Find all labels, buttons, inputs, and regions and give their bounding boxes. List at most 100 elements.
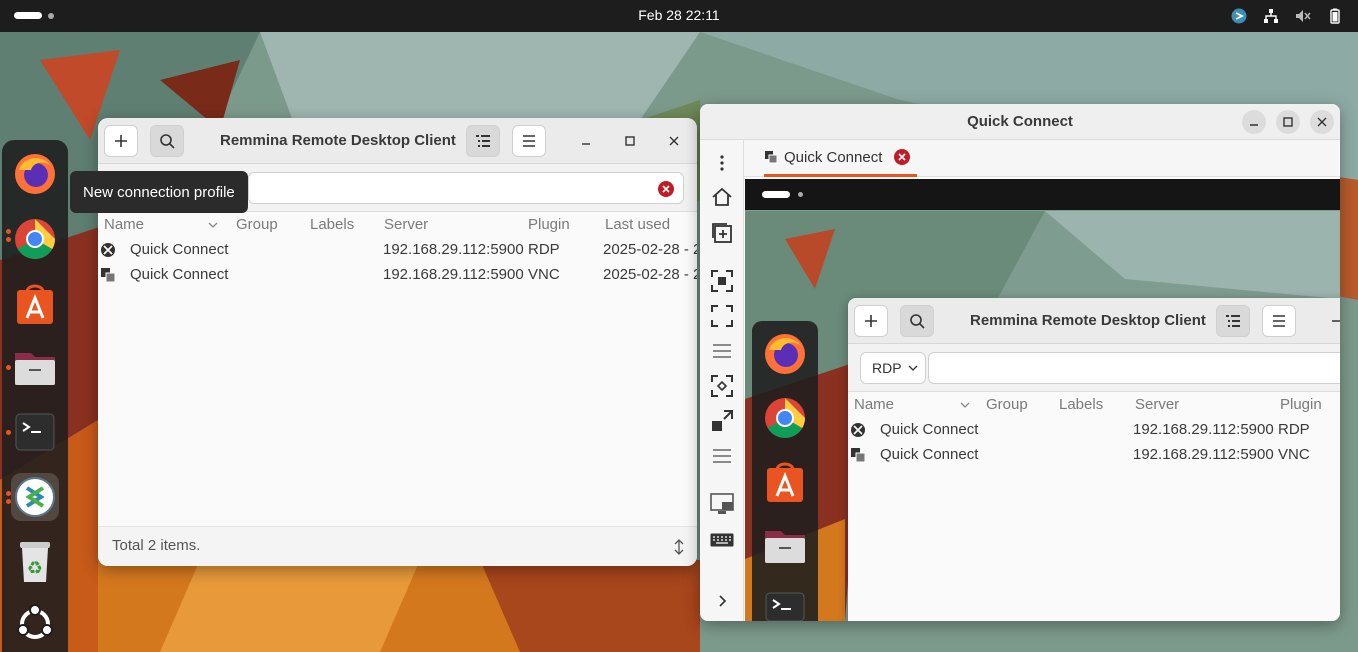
duplicate-connection-icon[interactable] xyxy=(708,219,736,247)
remote-new-connection-button[interactable] xyxy=(854,305,888,337)
column-server[interactable]: Server xyxy=(1135,396,1179,413)
row-name: Quick Connect xyxy=(130,266,229,283)
title-bar: Quick Connect xyxy=(700,104,1340,140)
search-toggle-button[interactable] xyxy=(150,125,184,157)
remote-dock xyxy=(752,321,818,621)
dock: ♻ xyxy=(2,140,68,652)
new-connection-button[interactable] xyxy=(104,125,138,157)
top-bar: Feb 28 22:11 xyxy=(0,0,1358,32)
maximize-button[interactable] xyxy=(1276,110,1300,134)
column-group[interactable]: Group xyxy=(236,216,278,233)
column-plugin[interactable]: Plugin xyxy=(1280,396,1322,413)
column-labels[interactable]: Labels xyxy=(310,216,354,233)
remote-quick-connect-bar: RDP xyxy=(848,344,1340,392)
row-plugin: VNC xyxy=(1278,446,1310,463)
system-tray[interactable] xyxy=(1230,7,1344,25)
remmina-icon[interactable] xyxy=(6,473,59,521)
row-plugin: VNC xyxy=(528,266,560,283)
menu-icon[interactable] xyxy=(708,337,736,365)
remote-chrome-icon xyxy=(761,394,809,442)
remote-minimize-icon[interactable] xyxy=(1332,320,1340,322)
remmina-tray-icon[interactable] xyxy=(1230,7,1248,25)
table-row[interactable]: Quick Connect 192.168.29.112:5900 RDP xyxy=(848,418,1340,443)
show-apps-icon[interactable] xyxy=(11,600,59,648)
search-input[interactable] xyxy=(248,172,684,204)
row-server: 192.168.29.112:5900 xyxy=(383,266,524,283)
keyboard-icon[interactable] xyxy=(708,526,736,554)
maximize-icon xyxy=(625,136,635,146)
table-row[interactable]: Quick Connect 192.168.29.112:5900 VNC xyxy=(848,443,1340,468)
scale-icon[interactable] xyxy=(708,372,736,400)
dynamic-resolution-icon[interactable] xyxy=(708,407,736,435)
sort-chevron-down-icon[interactable] xyxy=(960,402,970,408)
trash-icon[interactable]: ♻ xyxy=(11,538,59,586)
minimize-button[interactable] xyxy=(574,129,598,153)
remote-remmina-window: Remmina Remote Desktop Client RDP Name G… xyxy=(848,298,1340,621)
remote-files-icon xyxy=(761,521,809,569)
row-last-used: 2025-02-28 - 22 xyxy=(603,266,697,283)
chevron-right-icon[interactable] xyxy=(708,587,736,615)
fullscreen-icon[interactable] xyxy=(708,302,736,330)
tab-label: Quick Connect xyxy=(784,148,883,166)
clock[interactable]: Feb 28 22:11 xyxy=(0,7,1358,23)
remote-search-button[interactable] xyxy=(900,305,934,337)
minimize-icon xyxy=(582,143,590,145)
clear-search-icon[interactable] xyxy=(658,181,674,197)
remote-app-center-icon xyxy=(761,458,809,506)
main-menu-button[interactable] xyxy=(512,125,546,157)
tab-quick-connect[interactable]: Quick Connect xyxy=(764,140,917,177)
more-menu-icon[interactable] xyxy=(708,149,736,177)
multi-monitor-icon[interactable] xyxy=(708,490,736,518)
table-row[interactable]: Quick Connect 192.168.29.112:5900 VNC 20… xyxy=(98,263,697,288)
remote-server-input[interactable] xyxy=(928,352,1340,384)
protocol-dropdown[interactable]: RDP xyxy=(860,352,926,384)
column-plugin[interactable]: Plugin xyxy=(528,216,570,233)
row-server: 192.168.29.112:5900 xyxy=(1133,421,1274,438)
vnc-icon xyxy=(765,151,778,164)
firefox-icon[interactable] xyxy=(11,150,59,198)
remote-toolbar xyxy=(700,140,744,621)
column-group[interactable]: Group xyxy=(986,396,1028,413)
table-row[interactable]: Quick Connect 192.168.29.112:5900 RDP 20… xyxy=(98,238,697,263)
battery-icon[interactable] xyxy=(1326,7,1344,25)
menu-icon[interactable] xyxy=(708,442,736,470)
column-last-used[interactable]: Last used xyxy=(605,216,670,233)
header-bar: Remmina Remote Desktop Client xyxy=(98,118,697,164)
minimize-button[interactable] xyxy=(1242,110,1266,134)
terminal-icon[interactable] xyxy=(6,408,59,456)
resize-grip-icon[interactable] xyxy=(673,539,685,555)
remote-desktop-viewport[interactable]: Remmina Remote Desktop Client RDP Name G… xyxy=(745,179,1340,621)
close-button[interactable] xyxy=(1310,110,1334,134)
vnc-icon xyxy=(851,448,866,463)
sort-chevron-down-icon[interactable] xyxy=(208,222,218,228)
home-icon[interactable] xyxy=(708,183,736,211)
maximize-icon xyxy=(1283,117,1293,127)
column-name[interactable]: Name xyxy=(854,396,894,413)
hamburger-icon xyxy=(1273,315,1285,327)
status-text: Total 2 items. xyxy=(112,537,201,554)
fit-window-icon[interactable] xyxy=(708,267,736,295)
app-center-icon[interactable] xyxy=(11,280,59,328)
files-icon[interactable] xyxy=(6,343,59,391)
chrome-icon[interactable] xyxy=(6,215,59,263)
row-plugin: RDP xyxy=(528,241,560,258)
vnc-icon xyxy=(101,268,116,283)
column-name[interactable]: Name xyxy=(104,216,144,233)
tab-bar: Quick Connect xyxy=(744,140,1340,177)
remote-view-toggle-button[interactable] xyxy=(1216,305,1250,337)
column-labels[interactable]: Labels xyxy=(1059,396,1103,413)
svg-text:♻: ♻ xyxy=(27,558,43,579)
remote-main-menu-button[interactable] xyxy=(1262,305,1296,337)
remote-workspace-indicator xyxy=(762,191,790,198)
maximize-button[interactable] xyxy=(618,129,642,153)
volume-muted-icon[interactable] xyxy=(1294,7,1312,25)
view-toggle-button[interactable] xyxy=(466,125,500,157)
close-tab-icon[interactable] xyxy=(894,149,911,165)
column-server[interactable]: Server xyxy=(384,216,428,233)
network-icon[interactable] xyxy=(1262,7,1280,25)
minimize-icon xyxy=(1250,124,1258,126)
close-button[interactable] xyxy=(662,129,686,153)
status-bar: Total 2 items. xyxy=(98,526,697,566)
remote-column-header-row: Name Group Labels Server Plugin xyxy=(848,392,1340,416)
row-server: 192.168.29.112:5900 xyxy=(383,241,524,258)
